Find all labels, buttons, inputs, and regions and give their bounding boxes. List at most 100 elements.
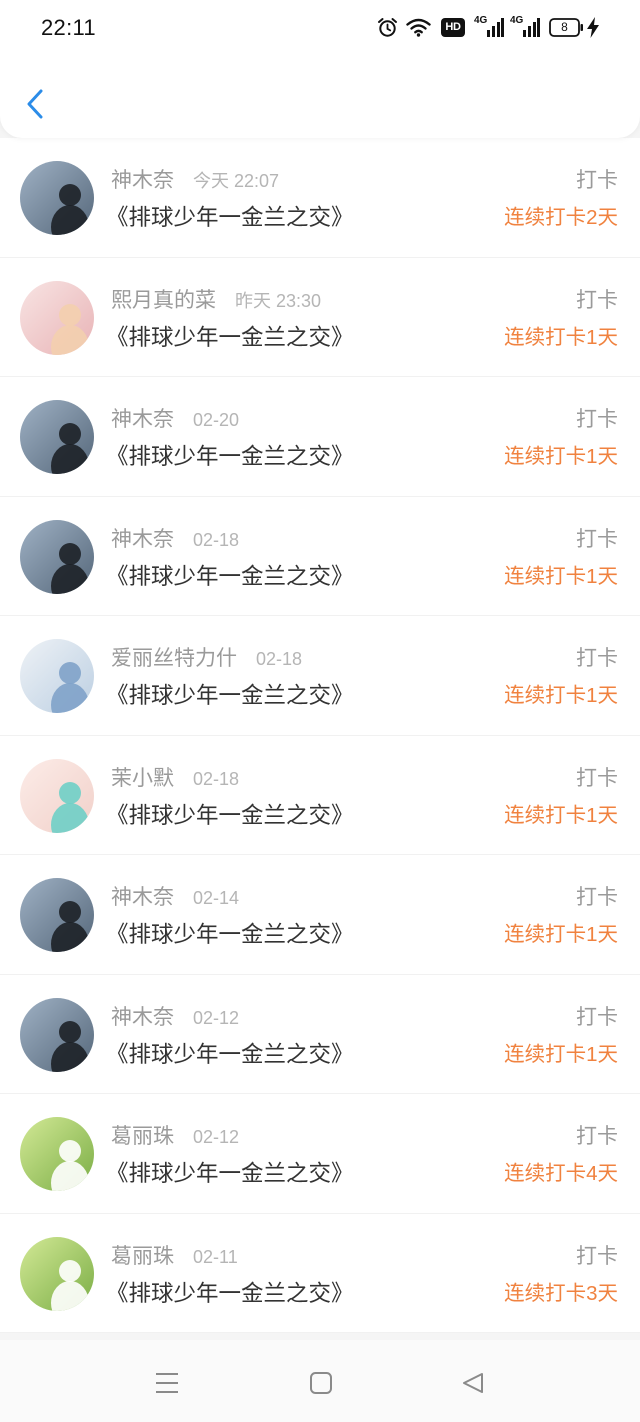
wifi-icon — [406, 18, 431, 37]
checkin-label: 打卡 — [576, 1244, 618, 1268]
user-name: 葛丽珠 — [111, 1244, 174, 1268]
item-header-row: 神木奈 02-14 — [111, 885, 239, 911]
status-time: 22:11 — [41, 15, 96, 40]
user-name: 神木奈 — [111, 527, 174, 551]
checkin-label: 打卡 — [576, 1125, 618, 1149]
back-button[interactable] — [18, 84, 52, 124]
menu-button[interactable] — [155, 1372, 179, 1394]
avatar[interactable] — [20, 519, 94, 594]
signal-icon: 4G — [510, 16, 540, 38]
book-title: 《排球少年一金兰之交》 — [106, 802, 354, 828]
page: { "status_bar": { "time": "22:11", "hd_l… — [0, 0, 640, 1422]
checkin-item[interactable]: 神木奈 02-20 打卡 《排球少年一金兰之交》 连续打卡1天 — [0, 377, 640, 497]
streak-badge: 连续打卡2天 — [504, 206, 618, 229]
avatar[interactable] — [20, 1117, 94, 1192]
checkin-time: 02-14 — [193, 888, 240, 909]
divider — [0, 1332, 640, 1334]
checkin-item[interactable]: 神木奈 今天 22:07 打卡 《排球少年一金兰之交》 连续打卡2天 — [0, 138, 640, 258]
header: 22:11 HD 4G 4G 8 — [0, 0, 640, 138]
item-header-row: 爱丽丝特力什 02-18 — [111, 646, 302, 672]
item-header-row: 熙月真的菜 昨天 23:30 — [111, 288, 321, 314]
checkin-label: 打卡 — [576, 288, 618, 312]
chevron-left-icon — [27, 89, 43, 119]
checkin-label: 打卡 — [576, 766, 618, 790]
item-header-row: 茉小默 02-18 — [111, 766, 239, 792]
battery-level: 8 — [561, 20, 568, 34]
checkin-time: 昨天 23:30 — [235, 290, 322, 311]
book-title: 《排球少年一金兰之交》 — [106, 683, 354, 709]
item-header-row: 神木奈 今天 22:07 — [111, 168, 279, 194]
checkin-item[interactable]: 神木奈 02-12 打卡 《排球少年一金兰之交》 连续打卡1天 — [0, 974, 640, 1095]
checkin-time: 02-11 — [193, 1246, 238, 1267]
book-title: 《排球少年一金兰之交》 — [106, 922, 354, 948]
avatar-image — [20, 1236, 94, 1311]
checkin-item[interactable]: 葛丽珠 02-12 打卡 《排球少年一金兰之交》 连续打卡4天 — [0, 1094, 640, 1214]
checkin-item[interactable]: 神木奈 02-14 打卡 《排球少年一金兰之交》 连续打卡1天 — [0, 855, 640, 975]
checkin-item[interactable]: 熙月真的菜 昨天 23:30 打卡 《排球少年一金兰之交》 连续打卡1天 — [0, 257, 640, 378]
avatar-image — [20, 878, 94, 953]
item-header-row: 神木奈 02-12 — [111, 1005, 239, 1031]
user-name: 茉小默 — [111, 766, 174, 790]
checkin-item[interactable]: 葛丽珠 02-11 打卡 《排球少年一金兰之交》 连续打卡3天 — [0, 1213, 640, 1334]
item-header-row: 葛丽珠 02-12 — [111, 1124, 239, 1150]
streak-badge: 连续打卡1天 — [504, 923, 618, 947]
checkin-item[interactable]: 茉小默 02-18 打卡 《排球少年一金兰之交》 连续打卡1天 — [0, 735, 640, 856]
checkin-time: 今天 22:07 — [193, 171, 280, 191]
book-title: 《排球少年一金兰之交》 — [106, 563, 354, 589]
avatar[interactable] — [20, 639, 94, 714]
checkin-label: 打卡 — [576, 408, 618, 432]
streak-badge: 连续打卡1天 — [504, 445, 618, 469]
home-square-icon — [310, 1372, 332, 1394]
system-back-button[interactable] — [461, 1372, 485, 1394]
avatar-image — [20, 519, 94, 594]
avatar[interactable] — [20, 1236, 94, 1311]
menu-icon — [156, 1373, 178, 1393]
avatar-image — [20, 639, 94, 714]
streak-badge: 连续打卡3天 — [504, 1281, 618, 1305]
checkin-label: 打卡 — [576, 1005, 618, 1029]
book-title: 《排球少年一金兰之交》 — [106, 1280, 354, 1306]
checkin-item[interactable]: 爱丽丝特力什 02-18 打卡 《排球少年一金兰之交》 连续打卡1天 — [0, 616, 640, 736]
home-button[interactable] — [309, 1372, 333, 1394]
streak-badge: 连续打卡1天 — [504, 1042, 618, 1066]
avatar-image — [20, 758, 94, 833]
book-title: 《排球少年一金兰之交》 — [106, 324, 354, 350]
checkin-label: 打卡 — [576, 886, 618, 910]
avatar[interactable] — [20, 280, 94, 355]
checkin-time: 02-18 — [193, 768, 240, 789]
avatar-image — [20, 161, 94, 235]
avatar-image — [20, 1117, 94, 1192]
signal-icon: 4G — [474, 16, 504, 38]
item-header-row: 神木奈 02-20 — [111, 407, 239, 433]
avatar[interactable] — [20, 400, 94, 475]
user-name: 葛丽珠 — [111, 1125, 174, 1149]
user-name: 神木奈 — [111, 1005, 174, 1029]
checkin-time: 02-12 — [193, 1127, 240, 1148]
user-name: 神木奈 — [111, 169, 174, 192]
avatar[interactable] — [20, 878, 94, 953]
avatar[interactable] — [20, 161, 94, 235]
book-title: 《排球少年一金兰之交》 — [106, 1041, 354, 1067]
checkin-label: 打卡 — [576, 527, 618, 551]
user-name: 爱丽丝特力什 — [111, 647, 237, 671]
checkin-time: 02-12 — [193, 1007, 240, 1028]
avatar-image — [20, 400, 94, 475]
avatar-image — [20, 997, 94, 1072]
hd-icon: HD — [441, 18, 465, 37]
checkin-time: 02-20 — [193, 410, 240, 431]
streak-badge: 连续打卡1天 — [504, 325, 618, 349]
avatar[interactable] — [20, 758, 94, 833]
item-header-row: 神木奈 02-18 — [111, 527, 239, 553]
streak-badge: 连续打卡1天 — [504, 564, 618, 588]
book-title: 《排球少年一金兰之交》 — [106, 1161, 354, 1187]
book-title: 《排球少年一金兰之交》 — [106, 205, 354, 230]
checkin-item[interactable]: 神木奈 02-18 打卡 《排球少年一金兰之交》 连续打卡1天 — [0, 496, 640, 617]
back-triangle-icon — [463, 1373, 483, 1393]
charging-icon — [587, 17, 599, 38]
avatar[interactable] — [20, 997, 94, 1072]
user-name: 神木奈 — [111, 408, 174, 432]
checkin-label: 打卡 — [576, 647, 618, 671]
system-nav-bar — [0, 1340, 640, 1422]
avatar-image — [20, 280, 94, 355]
streak-badge: 连续打卡1天 — [504, 684, 618, 708]
